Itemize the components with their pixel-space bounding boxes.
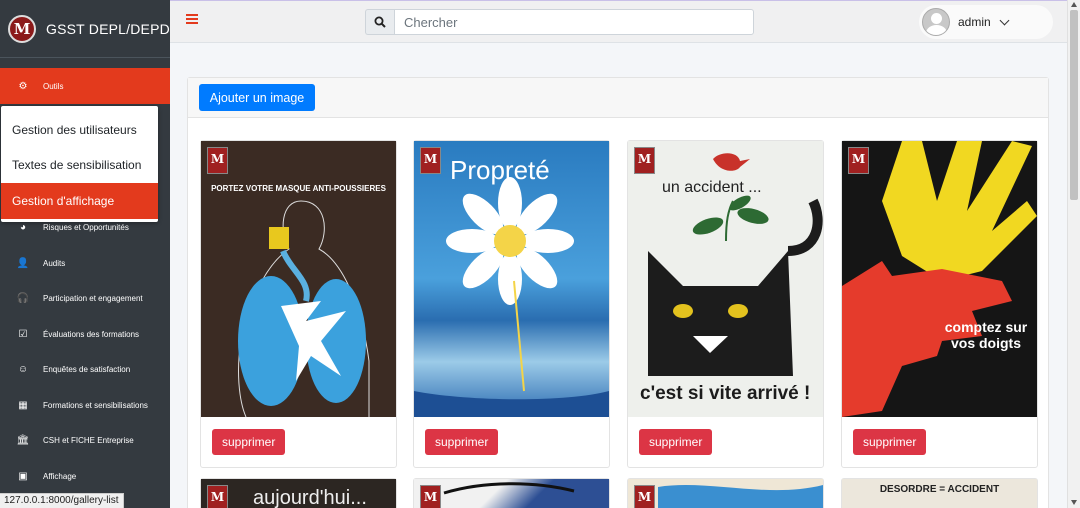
gallery-item: M [627,478,824,508]
poster-image[interactable]: M [414,479,609,508]
sidebar-item-label: Audits [43,258,66,268]
smile-icon: ☺ [17,364,29,376]
headset-icon: 🎧 [16,293,30,305]
poster-illustration [414,177,609,417]
scroll-up-arrow-icon[interactable] [1071,2,1077,7]
gallery-item: DESORDRE = ACCIDENT [841,478,1038,508]
gear-icon: ⚙ [18,80,28,92]
status-url: 127.0.0.1:8000/gallery-list [0,493,124,508]
sidebar-item-label: Outils [43,81,64,91]
poster-caption-bottom: c'est si vite arrivé ! [640,383,811,404]
poster-caption: aujourd'hui... [253,487,367,508]
brand-title: GSST DEPL/DEPD [46,20,170,37]
search-button[interactable] [365,9,394,35]
outils-submenu: Gestion des utilisateurs Textes de sensi… [1,106,158,222]
poster-illustration [443,482,575,495]
poster-illustration [648,153,823,376]
calendar-icon: ▦ [18,399,28,411]
submenu-item-utilisateurs[interactable]: Gestion des utilisateurs [1,112,158,148]
poster-image[interactable]: M [628,479,823,508]
scroll-down-arrow-icon[interactable] [1071,500,1077,505]
clipboard-check-icon: ☑ [18,328,28,340]
submenu-item-textes[interactable]: Textes de sensibilisation [1,148,158,184]
user-check-icon: 👤 [16,257,30,269]
sidebar-item-csh[interactable]: 🏛 CSH et FICHE Entreprise [0,423,170,459]
delete-button[interactable]: supprimer [425,429,499,455]
sidebar-item-label: Formations et sensibilisations [43,400,148,410]
sidebar-item-outils[interactable]: ⚙ Outils [0,68,170,104]
add-image-button[interactable]: Ajouter un image [199,84,315,111]
bank-icon: 🏛 [16,435,30,447]
sidebar-item-label: Enquêtes de satisfaction [43,365,131,375]
search-input[interactable] [394,9,754,35]
sidebar-item-evaluations[interactable]: ☑ Évaluations des formations [0,317,170,353]
sidebar-item-label: Risques et Opportunités [43,223,129,233]
delete-button[interactable]: supprimer [212,429,286,455]
sidebar: M GSST DEPL/DEPD ⚙ Outils ◕ Risques et O… [0,0,170,508]
poster-illustration [842,141,1037,417]
poster-logo: M [207,485,228,508]
brand[interactable]: M GSST DEPL/DEPD [0,0,170,58]
poster-illustration [238,200,370,417]
search-icon [374,16,386,28]
poster-caption: DESORDRE = ACCIDENT [879,484,1000,495]
poster-image[interactable]: M aujourd'hui... [201,479,396,508]
user-name: admin [958,15,991,29]
pie-chart-icon: ◕ [19,222,27,234]
scroll-thumb[interactable] [1070,10,1078,200]
submenu-item-affichage[interactable]: Gestion d'affichage [1,183,158,219]
topbar: admin [170,0,1067,43]
chevron-down-icon [999,15,1010,25]
sidebar-item-affichage[interactable]: ▣ Affichage [0,459,170,495]
avatar [922,8,950,36]
brand-logo: M [8,14,36,43]
sidebar-item-label: CSH et FICHE Entreprise [43,436,134,446]
poster-image[interactable]: M comptez sur vos doigts [842,141,1037,417]
sidebar-item-participation[interactable]: 🎧 Participation et engagement [0,281,170,317]
gallery-item: M PORTEZ VOTRE MASQUE ANTI-POUSSIERES su… [200,140,397,468]
gallery-card: Ajouter un image M PORTEZ VOTRE MASQUE A… [187,77,1049,508]
sidebar-item-label: Participation et engagement [43,294,143,304]
poster-image[interactable]: DESORDRE = ACCIDENT [842,479,1037,508]
sidebar-item-audits[interactable]: 👤 Audits [0,246,170,282]
sidebar-item-enquetes[interactable]: ☺ Enquêtes de satisfaction [0,352,170,388]
gallery-item: M un accident ... c'est si vite arrivé !… [627,140,824,468]
gallery-item: M aujourd'hui... [200,478,397,508]
delete-button[interactable]: supprimer [639,429,713,455]
gallery-item: M comptez sur vos doigts supprimer [841,140,1038,468]
sidebar-nav-rest: ◕ Risques et Opportunités 👤 Audits 🎧 Par… [0,210,170,494]
sidebar-item-label: Affichage [43,471,77,481]
gallery-item: M [413,478,610,508]
poster-image[interactable]: M un accident ... c'est si vite arrivé ! [628,141,823,417]
search-bar [365,9,754,35]
gallery-item: M Propreté supprimer [413,140,610,468]
page-scrollbar[interactable] [1067,0,1080,508]
user-menu[interactable]: admin [919,5,1053,39]
sidebar-item-label: Évaluations des formations [43,329,140,339]
gallery-card-header: Ajouter un image [188,78,1048,118]
poster-illustration [658,485,823,508]
menu-toggle-icon[interactable] [186,14,198,26]
poster-image[interactable]: M PORTEZ VOTRE MASQUE ANTI-POUSSIERES [201,141,396,417]
delete-button[interactable]: supprimer [853,429,927,455]
poster-image[interactable]: M Propreté [414,141,609,417]
poster-caption: comptez sur vos doigts [944,319,1028,351]
sidebar-item-formations[interactable]: ▦ Formations et sensibilisations [0,388,170,424]
images-icon: ▣ [18,470,28,482]
